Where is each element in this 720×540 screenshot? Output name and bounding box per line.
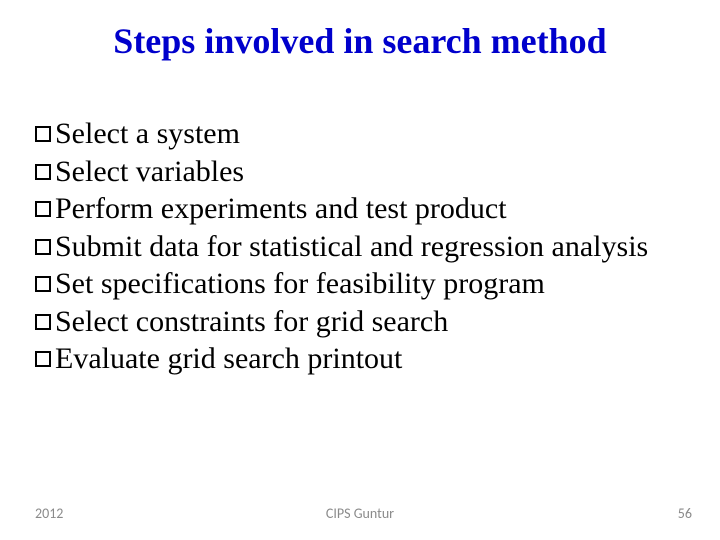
square-bullet-icon <box>35 239 51 255</box>
list-item: Set specifications for feasibility progr… <box>35 265 685 303</box>
square-bullet-icon <box>35 201 51 217</box>
square-bullet-icon <box>35 314 51 330</box>
list-item-text: Select constraints for grid search <box>55 303 685 341</box>
list-item-text: Submit data for statistical and regressi… <box>55 228 685 266</box>
list-item-text: Select a system <box>55 115 685 153</box>
list-item-text: Select variables <box>55 153 685 191</box>
list-item: Perform experiments and test product <box>35 190 685 228</box>
slide: Steps involved in search method Select a… <box>0 0 720 540</box>
footer-page: 56 <box>678 505 692 522</box>
list-item-text: Perform experiments and test product <box>55 190 685 228</box>
square-bullet-icon <box>35 126 51 142</box>
square-bullet-icon <box>35 351 51 367</box>
slide-title: Steps involved in search method <box>0 20 720 62</box>
list-item-text: Evaluate grid search printout <box>55 340 685 378</box>
footer-center: CIPS Guntur <box>0 505 720 522</box>
list-item: Submit data for statistical and regressi… <box>35 228 685 266</box>
list-item: Select a system <box>35 115 685 153</box>
square-bullet-icon <box>35 276 51 292</box>
slide-body: Select a system Select variables Perform… <box>35 115 685 378</box>
square-bullet-icon <box>35 164 51 180</box>
list-item: Evaluate grid search printout <box>35 340 685 378</box>
list-item-text: Set specifications for feasibility progr… <box>55 265 685 303</box>
list-item: Select variables <box>35 153 685 191</box>
list-item: Select constraints for grid search <box>35 303 685 341</box>
